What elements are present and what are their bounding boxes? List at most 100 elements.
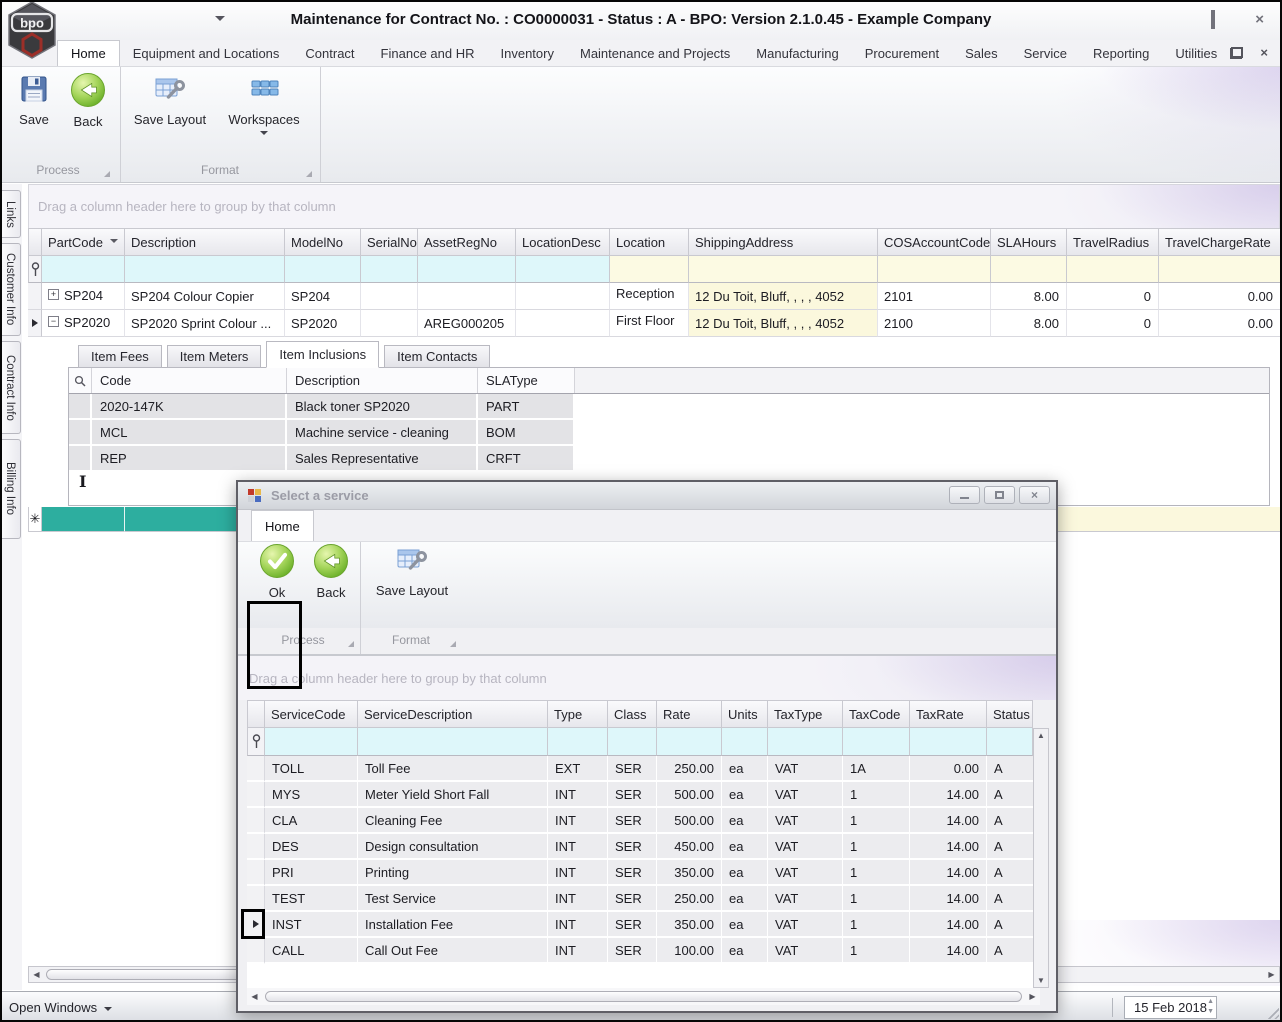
column-header-code[interactable]: Code — [92, 368, 287, 393]
cell-type[interactable]: INT — [548, 782, 608, 808]
cell-taxtype[interactable]: VAT — [768, 808, 843, 834]
column-header-taxtype[interactable]: TaxType — [768, 700, 843, 728]
cell-taxrate[interactable]: 14.00 — [910, 808, 987, 834]
open-windows-button[interactable]: Open Windows — [9, 1000, 112, 1015]
cell-taxrate[interactable]: 14.00 — [910, 782, 987, 808]
column-header-serialno[interactable]: SerialNo — [361, 228, 418, 256]
cell-servicedescription[interactable]: Test Service — [358, 886, 548, 912]
column-header-description[interactable]: Description — [287, 368, 478, 393]
mdi-restore-button[interactable] — [1231, 48, 1242, 58]
dialog-minim—ize-button[interactable] — [949, 486, 980, 504]
maximize-button[interactable] — [1211, 12, 1215, 27]
filter-taxtype[interactable] — [768, 728, 843, 756]
dialog-titlebar[interactable]: Select a service — [238, 482, 1056, 510]
table-row[interactable]: TEST Test Service INT SER 250.00 ea VAT … — [247, 886, 1033, 912]
dialog-group-format[interactable]: Format — [362, 630, 460, 650]
back-button[interactable]: Back — [62, 73, 114, 129]
scroll-left-icon[interactable]: ◀ — [29, 970, 44, 979]
cell-rate[interactable]: 250.00 — [657, 756, 722, 782]
cell-taxrate[interactable]: 14.00 — [910, 860, 987, 886]
column-header-servicecode[interactable]: ServiceCode — [265, 700, 358, 728]
cell-modelno[interactable]: SP2020 — [285, 310, 361, 337]
table-row[interactable]: DES Design consultation INT SER 450.00 e… — [247, 834, 1033, 860]
cell-units[interactable]: ea — [722, 782, 768, 808]
cell-assetregno[interactable] — [418, 283, 516, 310]
cell-rate[interactable]: 450.00 — [657, 834, 722, 860]
cell-cosaccountcode[interactable]: 2101 — [878, 283, 991, 310]
cell-slatype[interactable]: PART — [478, 394, 575, 420]
column-header-units[interactable]: Units — [722, 700, 768, 728]
close-button[interactable]: × — [1255, 12, 1264, 27]
filter-assetregno[interactable] — [418, 256, 516, 283]
column-header-partcode[interactable]: PartCode — [42, 228, 125, 256]
dialog-back-button[interactable]: Back — [305, 544, 357, 600]
filter-status[interactable] — [987, 728, 1033, 756]
row-indicator[interactable] — [247, 834, 265, 860]
cell-taxcode[interactable]: 1 — [843, 860, 910, 886]
dialog-tab-home[interactable]: Home — [251, 510, 314, 541]
row-indicator[interactable] — [247, 938, 265, 964]
column-header-assetregno[interactable]: AssetRegNo — [418, 228, 516, 256]
cell-class[interactable]: SER — [608, 808, 657, 834]
filter-rate[interactable] — [657, 728, 722, 756]
cell-class[interactable]: SER — [608, 834, 657, 860]
scroll-up-icon[interactable]: ▲ — [1037, 731, 1045, 740]
cell-status[interactable]: A — [987, 756, 1033, 782]
cell-units[interactable]: ea — [722, 886, 768, 912]
cell-units[interactable]: ea — [722, 834, 768, 860]
column-header-description[interactable]: Description — [125, 228, 285, 256]
resize-grip[interactable] — [1265, 1005, 1279, 1019]
cell-taxcode[interactable]: 1A — [843, 756, 910, 782]
workspaces-button[interactable]: Workspaces — [218, 73, 310, 135]
cell-taxrate[interactable]: 14.00 — [910, 912, 987, 938]
cell-units[interactable]: ea — [722, 938, 768, 964]
cell-taxtype[interactable]: VAT — [768, 938, 843, 964]
dialog-group-by-panel[interactable]: Drag a column header here to group by th… — [238, 656, 1056, 700]
column-header-type[interactable]: Type — [548, 700, 608, 728]
cell-class[interactable]: SER — [608, 938, 657, 964]
cell-servicecode[interactable]: INST — [265, 912, 358, 938]
filter-type[interactable] — [548, 728, 608, 756]
ribbon-group-process[interactable]: Process — [2, 160, 114, 180]
row-indicator[interactable] — [247, 808, 265, 834]
tab-item-fees[interactable]: Item Fees — [78, 345, 162, 368]
cell-description[interactable]: SP2020 Sprint Colour ... — [125, 310, 285, 337]
cell-rate[interactable]: 500.00 — [657, 782, 722, 808]
column-header-shippingaddress[interactable]: ShippingAddress — [689, 228, 878, 256]
filter-locationdesc[interactable] — [516, 256, 610, 283]
table-row-selected[interactable]: INST Installation Fee INT SER 350.00 ea … — [247, 912, 1033, 938]
filter-taxcode[interactable] — [843, 728, 910, 756]
column-header-travelradius[interactable]: TravelRadius — [1067, 228, 1159, 256]
filter-travelchargerate[interactable] — [1159, 256, 1280, 283]
filter-modelno[interactable] — [285, 256, 361, 283]
cell-units[interactable]: ea — [722, 912, 768, 938]
column-header-slatype[interactable]: SLAType — [478, 368, 575, 393]
spin-up-icon[interactable]: ▲ — [1207, 998, 1214, 1005]
ribbon-tab-sales[interactable]: Sales — [952, 40, 1011, 66]
sidebar-tab-contract-info[interactable]: Contract Info — [0, 341, 21, 434]
cell-servicedescription[interactable]: Meter Yield Short Fall — [358, 782, 548, 808]
table-row[interactable]: PRI Printing INT SER 350.00 ea VAT 1 14.… — [247, 860, 1033, 886]
cell-assetregno[interactable]: AREG000205 — [418, 310, 516, 337]
cell-taxcode[interactable]: 1 — [843, 834, 910, 860]
tab-item-contacts[interactable]: Item Contacts — [384, 345, 490, 368]
ribbon-tab-home[interactable]: Home — [57, 40, 120, 66]
column-header-servicedescription[interactable]: ServiceDescription — [358, 700, 548, 728]
cell-slahours[interactable]: 8.00 — [991, 283, 1067, 310]
filter-servicedescription[interactable] — [358, 728, 548, 756]
filter-travelradius[interactable] — [1067, 256, 1159, 283]
cell-status[interactable]: A — [987, 808, 1033, 834]
cell-rate[interactable]: 350.00 — [657, 860, 722, 886]
column-header-location[interactable]: Location — [610, 228, 689, 256]
cell-taxrate[interactable]: 14.00 — [910, 938, 987, 964]
filter-partcode[interactable] — [42, 256, 125, 283]
cell-servicecode[interactable]: DES — [265, 834, 358, 860]
ribbon-group-format[interactable]: Format — [124, 160, 316, 180]
dialog-vertical-scrollbar[interactable]: ▲ ▼ — [1033, 728, 1049, 988]
column-header-modelno[interactable]: ModelNo — [285, 228, 361, 256]
cell-class[interactable]: SER — [608, 860, 657, 886]
row-indicator[interactable] — [28, 283, 42, 310]
save-button[interactable]: Save — [8, 73, 60, 127]
cell-type[interactable]: INT — [548, 834, 608, 860]
row-indicator[interactable] — [69, 446, 92, 472]
